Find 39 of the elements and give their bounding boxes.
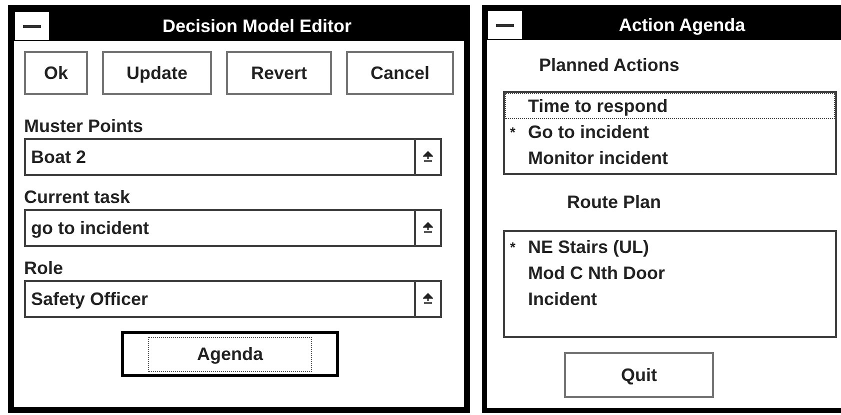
list-item[interactable]: * Go to incident [505,119,835,145]
field-label: Role [24,257,64,279]
push-button[interactable]: Quit [564,352,714,398]
dropdown-arrow-icon [423,222,433,234]
push-button[interactable]: Agenda [121,331,339,377]
window-title: Decision Model Editor [161,15,353,38]
push-button[interactable]: Cancel [346,51,454,95]
item-text: NE Stairs (UL) [527,236,650,259]
minus-icon [496,24,514,26]
push-button[interactable]: Revert [226,51,332,95]
push-button[interactable]: Ok [24,51,88,95]
list-item[interactable]: Time to respond [505,93,835,119]
mark-symbol: * [510,238,516,257]
item-text: Monitor incident [527,147,668,170]
item-text: Go to incident [527,121,649,144]
window-title: Action Agenda [618,14,746,37]
section-heading: Planned Actions [538,54,680,77]
item-text: Time to respond [527,95,668,118]
push-button[interactable]: Update [102,51,212,95]
section-heading: Route Plan [566,191,662,214]
list-item[interactable]: * NE Stairs (UL) [505,234,835,260]
list-box[interactable]: Time to respond * Go to incident Monitor incident [503,91,837,175]
minus-icon [23,24,41,28]
dropdown-field[interactable]: go to incident [24,209,442,247]
list-item[interactable]: Incident [505,286,835,312]
field-label: Current task [24,186,132,208]
dropdown-field[interactable]: Safety Officer [24,280,442,318]
dropdown-arrow-icon [423,151,433,163]
mark-symbol: * [510,123,516,142]
system-menu-button[interactable] [487,10,523,40]
list-item[interactable]: Mod C Nth Door [505,260,835,286]
list-box[interactable]: * NE Stairs (UL) Mod C Nth Door Incident [503,230,837,338]
system-menu-button[interactable] [14,11,50,41]
list-item[interactable]: Monitor incident [505,145,835,171]
dropdown-arrow-icon [423,293,433,305]
field-label: Muster Points [24,115,144,137]
item-text: Mod C Nth Door [527,262,665,285]
item-text: Incident [527,288,598,311]
dropdown-field[interactable]: Boat 2 [24,138,442,176]
